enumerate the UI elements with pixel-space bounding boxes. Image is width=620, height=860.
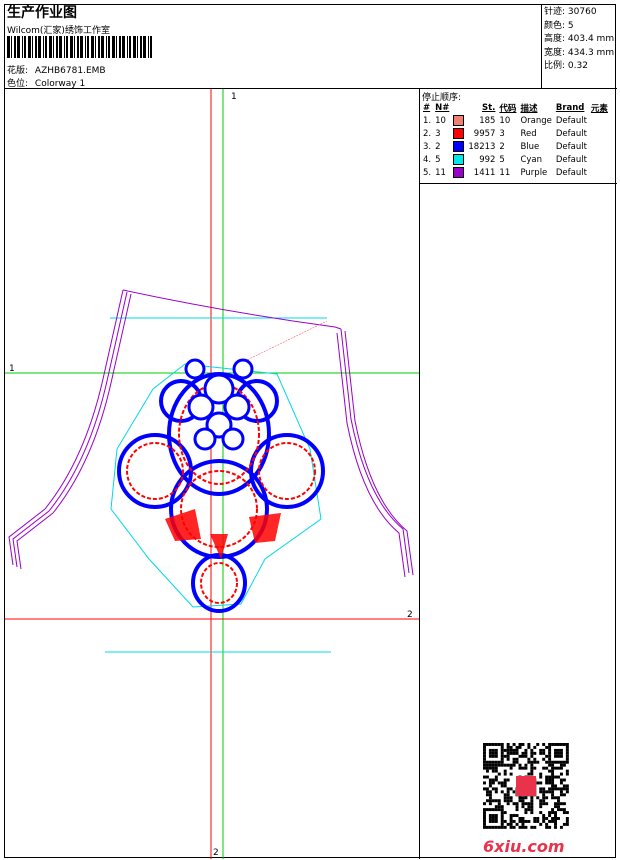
brand: Default: [555, 154, 587, 165]
stitch-count: 18213: [468, 141, 496, 152]
color-swatch: [453, 167, 465, 178]
col-header-needle: N#: [435, 102, 450, 113]
brand: Default: [555, 128, 587, 139]
axis-label-v-bottom: 2: [213, 848, 219, 858]
colorway-row: 色位: Colorway 1: [7, 76, 85, 89]
stitch-count: 992: [479, 154, 496, 165]
color-code: 3: [499, 128, 505, 139]
color-code: 10: [499, 115, 511, 126]
col-header-stitches: St.: [482, 102, 496, 113]
embroidery-preview: 1 1 2 2: [5, 89, 419, 859]
table-row[interactable]: 3. 2 18213 2 Blue Default: [421, 140, 610, 153]
colorway-label: 色位:: [7, 79, 29, 89]
color-description: Red: [520, 128, 537, 139]
design-label: 花版:: [7, 66, 29, 76]
table-row[interactable]: 1. 10 185 10 Orange Default: [421, 114, 610, 127]
stop-sequence-panel: 停止顺序: # N# St. 代码 描述 Brand 元素 1. 10 185 10 O…: [420, 89, 617, 184]
design-file-row: 花版: AZHB6781.EMB: [7, 63, 106, 76]
color-swatch: [453, 115, 465, 126]
sheet-header: 生产作业图 Wilcom(汇家)绣饰工作室 花版: AZHB6781.EMB 色…: [5, 5, 617, 89]
watermark-text: 6xiu.com: [483, 837, 565, 856]
brand: Default: [555, 167, 587, 178]
qr-code-icon: [483, 743, 569, 829]
colorway-name: Colorway 1: [34, 79, 86, 89]
company-name: Wilcom(汇家)绣饰工作室: [7, 26, 110, 36]
col-header-desc: 描述: [520, 103, 538, 114]
element: [589, 114, 610, 127]
color-code: 11: [499, 167, 511, 178]
color-swatch: [453, 154, 465, 165]
table-row[interactable]: 2. 3 9957 3 Red Default: [421, 127, 610, 140]
stat-width: 宽度: 434.3 mm: [544, 47, 615, 58]
needle-number: 5: [435, 154, 441, 165]
needle-number: 10: [435, 115, 446, 126]
stop-index: 4.: [423, 154, 432, 165]
element: [589, 166, 610, 179]
stitch-count: 1411: [473, 167, 496, 178]
brand: Default: [555, 115, 587, 126]
axis-label-h-left: 1: [9, 364, 15, 374]
needle-number: 2: [435, 141, 441, 152]
element: [589, 140, 610, 153]
stop-index: 1.: [423, 115, 432, 126]
stat-colors: 颜色: 5: [544, 20, 574, 31]
swatch: [451, 127, 466, 140]
stop-index: 3.: [423, 141, 432, 152]
embroidery-motif: [117, 358, 325, 613]
col-header-element: 元素: [590, 103, 608, 114]
color-code: 5: [499, 154, 505, 165]
color-description: Orange: [520, 115, 552, 126]
axis-label-h-right: 2: [407, 610, 413, 620]
barcode-icon: [7, 36, 152, 58]
color-description: Purple: [520, 167, 548, 178]
color-swatch: [453, 128, 465, 139]
stats-panel: 针迹: 30760 颜色: 5 高度: 403.4 mm 宽度: 434.3 m…: [541, 5, 617, 89]
needle-number: 11: [435, 167, 446, 178]
stitch-count: 9957: [473, 128, 496, 139]
col-header-index: #: [423, 102, 431, 113]
stat-scale: 比例: 0.32: [544, 61, 588, 71]
swatch: [451, 153, 466, 166]
stitch-count: 185: [479, 115, 496, 126]
col-header-swatch: [451, 101, 466, 114]
swatch: [451, 114, 466, 127]
element: [589, 127, 610, 140]
color-description: Blue: [520, 141, 540, 152]
stat-stitches: 针迹: 30760: [544, 7, 597, 17]
stat-height: 高度: 403.4 mm: [544, 34, 615, 44]
element: [589, 153, 610, 166]
stop-index: 5.: [423, 167, 432, 178]
stop-index: 2.: [423, 128, 432, 139]
table-row[interactable]: 5. 11 1411 11 Purple Default: [421, 166, 610, 179]
brand: Default: [555, 141, 587, 152]
needle-number: 3: [435, 128, 441, 139]
color-description: Cyan: [520, 154, 542, 165]
production-sheet: 生产作业图 Wilcom(汇家)绣饰工作室 花版: AZHB6781.EMB 色…: [4, 4, 617, 859]
color-code: 2: [499, 141, 505, 152]
table-row[interactable]: 4. 5 992 5 Cyan Default: [421, 153, 610, 166]
stop-sequence-table: # N# St. 代码 描述 Brand 元素 1. 10 185 10 Orange D…: [421, 101, 610, 179]
table-header-row: # N# St. 代码 描述 Brand 元素: [421, 101, 610, 114]
swatch: [451, 140, 466, 153]
col-header-brand: Brand: [555, 102, 585, 113]
color-swatch: [453, 141, 465, 152]
col-header-code: 代码: [499, 103, 517, 114]
swatch: [451, 166, 466, 179]
page-title: 生产作业图: [7, 5, 77, 21]
axis-label-v-top: 1: [231, 92, 237, 102]
design-preview-canvas[interactable]: 1 1 2 2: [5, 89, 420, 859]
design-file-name: AZHB6781.EMB: [34, 66, 106, 76]
